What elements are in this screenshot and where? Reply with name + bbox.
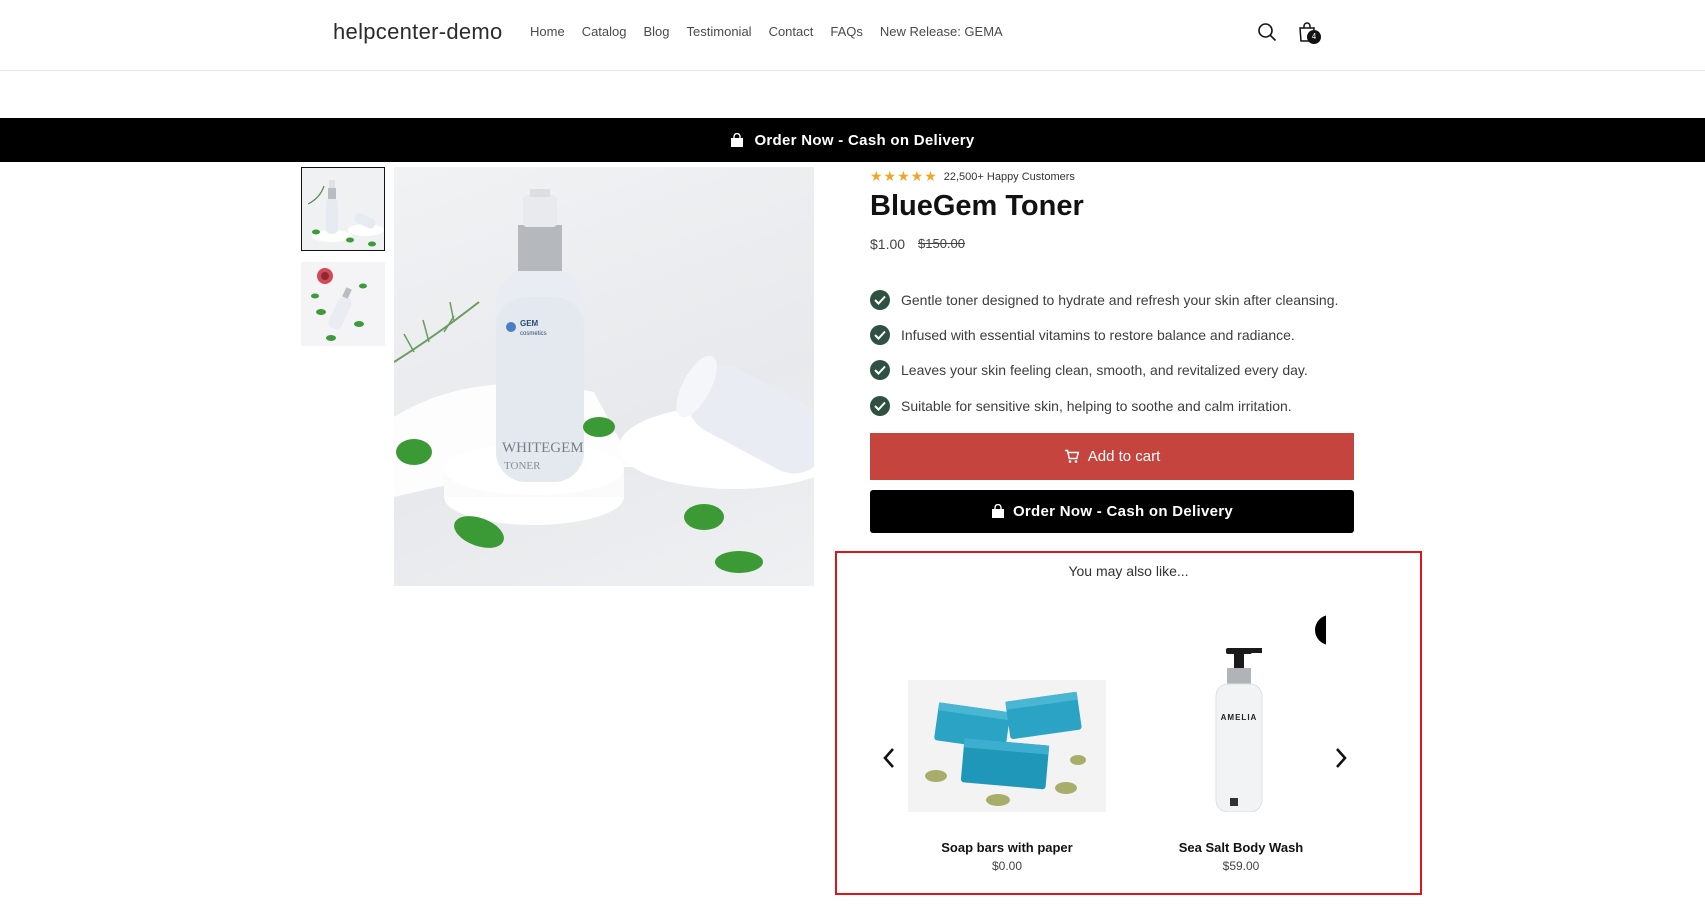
order-now-button[interactable]: Order Now - Cash on Delivery (870, 490, 1354, 533)
recommendation-card[interactable]: AMELIA Sea Salt Body Wash $59.00 (1141, 648, 1341, 873)
shopping-bag-icon (731, 132, 744, 147)
recommendation-price: $0.00 (991, 859, 1023, 873)
carousel-prev-button[interactable] (877, 743, 901, 773)
benefit-text: Leaves your skin feeling clean, smooth, … (901, 362, 1308, 379)
chevron-left-icon (883, 748, 894, 768)
check-circle-icon (870, 360, 890, 381)
product-thumbnail-1[interactable] (301, 167, 385, 251)
bottle-type: TONER (504, 460, 541, 472)
recommendations-title: You may also like... (1068, 563, 1189, 579)
add-to-cart-label: Add to cart (1087, 448, 1161, 465)
benefit-text: Suitable for sensitive skin, helping to … (901, 397, 1292, 414)
product-image-body-wash[interactable]: AMELIA (1142, 648, 1340, 813)
recommendations-section: You may also like... Soap bars with pape… (835, 551, 1422, 895)
nav-new-release[interactable]: New Release: GEMA (880, 24, 1003, 39)
benefit-text: Infused with essential vitamins to resto… (901, 326, 1295, 343)
benefit-item: Infused with essential vitamins to resto… (870, 317, 1338, 352)
check-circle-icon (870, 395, 890, 416)
shopping-bag-icon (991, 504, 1004, 518)
add-to-cart-button[interactable]: Add to cart (870, 433, 1354, 480)
rating-stars-icon: ★★★★★ (870, 168, 938, 184)
announcement-bar[interactable]: Order Now - Cash on Delivery (0, 118, 1705, 162)
recommendation-price: $59.00 (1222, 859, 1260, 873)
recommendation-name[interactable]: Sea Salt Body Wash (1141, 840, 1341, 855)
benefit-item: Leaves your skin feeling clean, smooth, … (870, 353, 1338, 388)
check-circle-icon (870, 289, 890, 310)
bottle-brand-sub: cosmetics (520, 331, 547, 337)
main-nav: Home Catalog Blog Testimonial Contact FA… (530, 24, 1020, 39)
nav-blog[interactable]: Blog (644, 24, 670, 39)
carousel-peek-item (1312, 615, 1326, 645)
cart-count-badge: 4 (1307, 30, 1321, 44)
benefit-item: Suitable for sensitive skin, helping to … (870, 388, 1338, 423)
site-logo[interactable]: helpcenter-demo (333, 19, 503, 45)
check-circle-icon (870, 324, 890, 345)
product-thumbnail-2[interactable] (301, 262, 385, 346)
cart-icon (1064, 449, 1079, 463)
product-rating: ★★★★★ 22,500+ Happy Customers (870, 168, 1075, 185)
nav-home[interactable]: Home (530, 24, 565, 39)
bottle-brand: GEM (520, 319, 539, 328)
order-now-label: Order Now - Cash on Delivery (1012, 503, 1234, 520)
nav-catalog[interactable]: Catalog (582, 24, 627, 39)
recommendation-name[interactable]: Soap bars with paper (907, 840, 1107, 855)
search-icon[interactable] (1255, 20, 1279, 44)
product-main-image[interactable]: GEM cosmetics WHITEGEM TONER (394, 167, 814, 586)
product-title: BlueGem Toner (870, 190, 1084, 222)
product-price: $1.00 (870, 236, 906, 252)
rating-text: 22,500+ Happy Customers (943, 170, 1075, 183)
bottle-name: WHITEGEM (502, 440, 584, 456)
site-header: helpcenter-demo Home Catalog Blog Testim… (0, 0, 1705, 71)
benefits-list: Gentle toner designed to hydrate and ref… (870, 282, 1338, 423)
nav-testimonial[interactable]: Testimonial (687, 24, 752, 39)
bottle-label: AMELIA (1221, 713, 1258, 722)
nav-contact[interactable]: Contact (769, 24, 814, 39)
product-image-soap-bars[interactable] (908, 648, 1106, 812)
benefit-text: Gentle toner designed to hydrate and ref… (901, 291, 1339, 308)
product-compare-price: $150.00 (918, 236, 965, 251)
recommendation-card[interactable]: Soap bars with paper $0.00 (907, 648, 1107, 873)
nav-faqs[interactable]: FAQs (830, 24, 863, 39)
announcement-text: Order Now - Cash on Delivery (754, 131, 975, 149)
benefit-item: Gentle toner designed to hydrate and ref… (870, 282, 1338, 317)
